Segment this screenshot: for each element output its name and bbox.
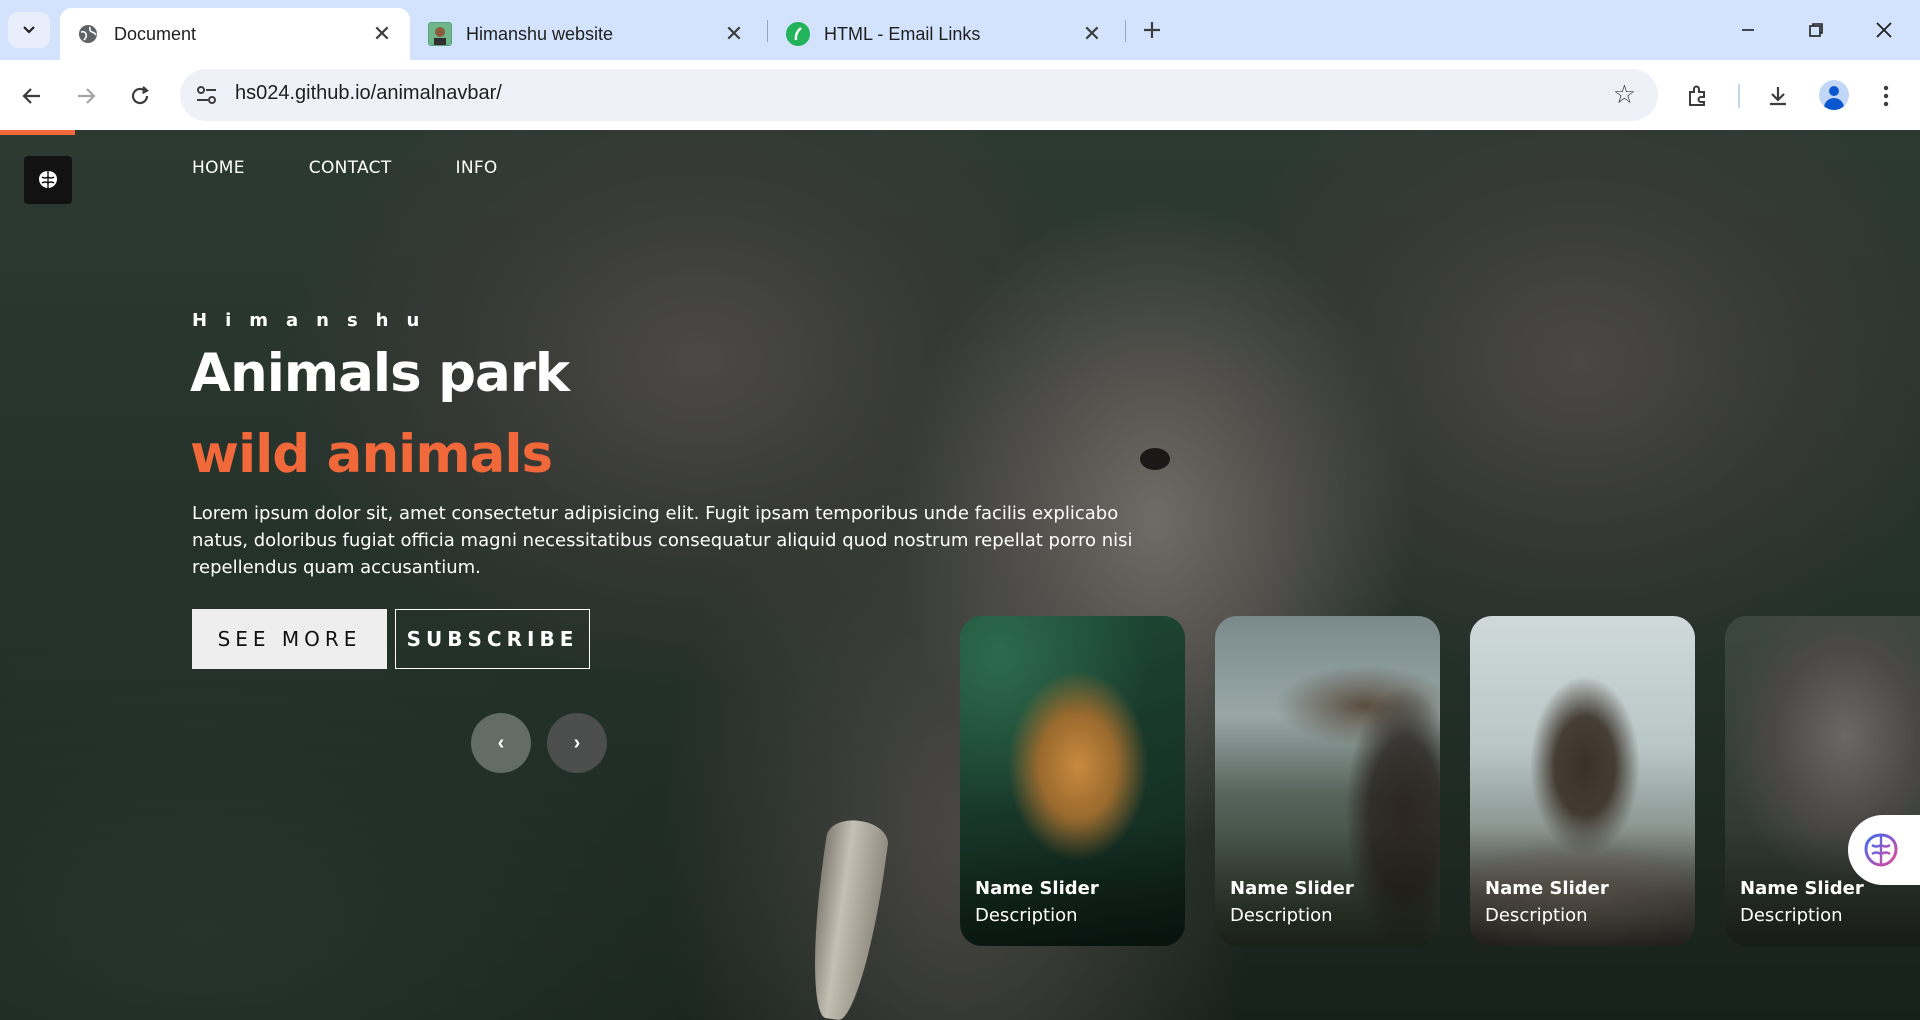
chevron-down-icon (23, 26, 35, 34)
card-description: Description (975, 905, 1078, 926)
browser-menu-button[interactable] (1868, 78, 1904, 114)
slider-card-leopard[interactable]: Name Slider Description (960, 616, 1185, 946)
minimize-icon (1742, 29, 1754, 31)
main-nav: HOME CONTACT INFO (192, 158, 562, 178)
url-text[interactable]: hs024.github.io/animalnavbar/ (235, 82, 502, 105)
slider-card-moose-standing[interactable]: Name Slider Description (1470, 616, 1695, 946)
page-viewport: HOME CONTACT INFO Himanshu Animals park … (0, 130, 1920, 1020)
nav-info[interactable]: INFO (456, 158, 498, 178)
hero-author: Himanshu (192, 310, 438, 331)
close-window-button[interactable] (1864, 10, 1904, 50)
hero-description: Lorem ipsum dolor sit, amet consectetur … (192, 503, 1133, 578)
close-tab-icon[interactable]: ✕ (722, 21, 746, 46)
slider-next-button[interactable]: › (547, 713, 607, 773)
hero-title: Animals park (190, 343, 570, 404)
slider-progress-bar (0, 130, 75, 135)
back-button[interactable] (14, 78, 50, 114)
brain-logo-icon[interactable] (24, 156, 72, 204)
card-name: Name Slider (1740, 878, 1864, 899)
close-icon (1876, 22, 1892, 38)
card-description: Description (1740, 905, 1843, 926)
hero-subtitle: wild animals (190, 424, 553, 485)
plus-icon (1144, 22, 1160, 38)
nav-contact[interactable]: CONTACT (309, 158, 392, 178)
arrow-left-icon (22, 88, 40, 104)
tab-search-button[interactable] (8, 12, 50, 48)
profile-avatar[interactable] (1819, 80, 1849, 110)
forward-button[interactable] (68, 78, 104, 114)
restore-button[interactable] (1796, 10, 1836, 50)
card-name: Name Slider (975, 878, 1099, 899)
assistant-floating-button[interactable] (1848, 815, 1920, 885)
bookmark-star-icon[interactable]: ☆ (1613, 79, 1636, 110)
leaf-favicon-icon (786, 22, 810, 46)
address-bar[interactable]: hs024.github.io/animalnavbar/ ☆ (180, 69, 1658, 121)
site-settings-icon[interactable] (194, 83, 220, 107)
minimize-button[interactable] (1728, 10, 1768, 50)
restore-icon (1809, 23, 1823, 37)
card-description: Description (1485, 905, 1588, 926)
reload-button[interactable] (122, 78, 158, 114)
card-name: Name Slider (1485, 878, 1609, 899)
avatar-favicon-icon (428, 22, 452, 46)
reload-icon (131, 86, 149, 105)
tab-html-email-links[interactable]: HTML - Email Links ✕ (770, 8, 1120, 60)
tab-himanshu-website[interactable]: Himanshu website ✕ (412, 8, 762, 60)
new-tab-button[interactable] (1138, 14, 1166, 46)
chevron-right-icon: › (573, 731, 581, 754)
slider-card-elephant[interactable]: Name Slider Description (1725, 616, 1920, 946)
tab-title: HTML - Email Links (824, 23, 981, 44)
close-tab-icon[interactable]: ✕ (370, 21, 394, 46)
subscribe-button[interactable]: SUBSCRIBE (395, 609, 590, 669)
globe-icon (76, 22, 100, 46)
elephant-eye (1140, 448, 1170, 470)
tab-separator (767, 20, 768, 42)
toolbar-divider (1738, 84, 1740, 108)
extensions-button[interactable] (1680, 78, 1716, 114)
close-tab-icon[interactable]: ✕ (1080, 21, 1104, 46)
arrow-right-icon (78, 88, 96, 104)
tab-separator (1125, 20, 1126, 42)
tab-strip: Document ✕ Himanshu website ✕ HTML - Ema… (0, 0, 1920, 60)
see-more-button[interactable]: SEE MORE (192, 609, 387, 669)
downloads-button[interactable] (1760, 78, 1796, 114)
brain-icon (1864, 833, 1898, 867)
puzzle-icon (1689, 85, 1705, 106)
slider-prev-button[interactable]: ‹ (471, 713, 531, 773)
slider-card-moose[interactable]: Name Slider Description (1215, 616, 1440, 946)
tab-title: Document (114, 23, 197, 44)
card-description: Description (1230, 905, 1333, 926)
nav-home[interactable]: HOME (192, 158, 245, 178)
card-name: Name Slider (1230, 878, 1354, 899)
download-icon (1770, 87, 1786, 106)
browser-toolbar: hs024.github.io/animalnavbar/ ☆ (0, 60, 1920, 130)
tab-document[interactable]: Document ✕ (60, 8, 410, 60)
tab-title: Himanshu website (466, 23, 614, 44)
kebab-menu-icon (1883, 85, 1889, 107)
chevron-left-icon: ‹ (497, 731, 505, 754)
